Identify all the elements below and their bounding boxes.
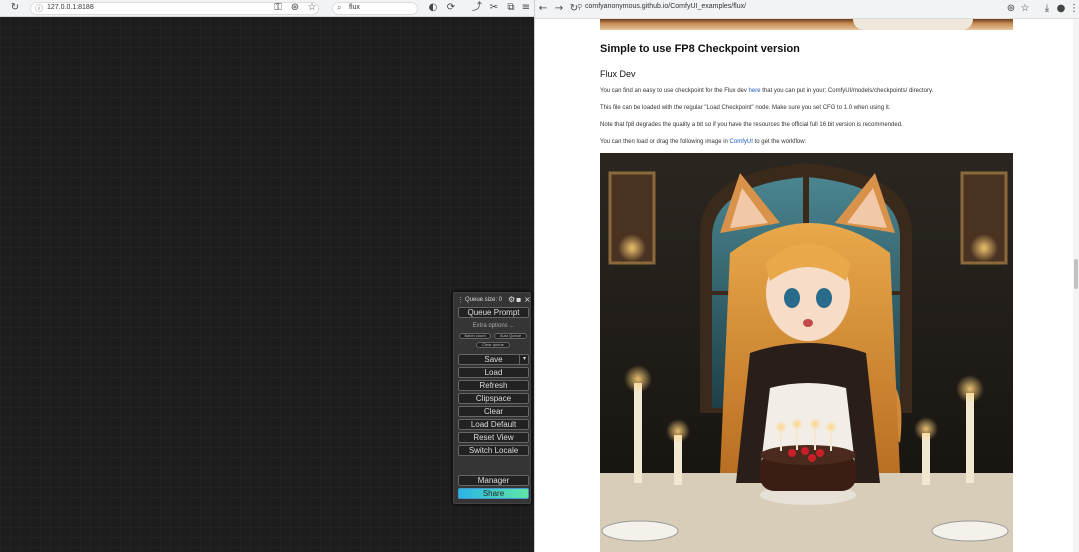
switch-locale-button[interactable]: Switch Locale xyxy=(458,445,529,456)
p4-text-after: to get the workflow: xyxy=(752,139,807,145)
reset-view-button[interactable]: Reset View xyxy=(458,432,529,443)
close-icon[interactable]: × xyxy=(524,295,531,304)
clipspace-button[interactable]: Clipspace xyxy=(458,393,529,404)
previous-image-bottom xyxy=(600,19,1013,30)
forward-icon[interactable]: → xyxy=(553,3,565,15)
load-default-button[interactable]: Load Default xyxy=(458,419,529,430)
screenshot-icon[interactable]: ✂ xyxy=(488,2,500,14)
share-page-icon[interactable]: ⤴ xyxy=(471,2,483,14)
site-info-icon[interactable]: ⓘ xyxy=(35,3,43,14)
translate-icon[interactable]: ⊛ xyxy=(1005,3,1017,15)
share-button[interactable]: Share xyxy=(458,488,529,499)
site-info-icon[interactable]: ⚲ xyxy=(577,3,582,11)
workflow-example-image[interactable] xyxy=(600,153,1013,552)
extensions-icon[interactable]: ⟳ xyxy=(445,2,457,14)
save-dropdown-arrow[interactable]: ▾ xyxy=(519,355,529,364)
p4-text-before: You can then load or drag the following … xyxy=(600,139,730,145)
back-icon[interactable]: ← xyxy=(537,3,549,15)
queue-prompt-button[interactable]: Queue Prompt xyxy=(458,307,529,318)
reload-icon[interactable]: ↻ xyxy=(9,2,21,14)
paragraph-2: This file can be loaded with the regular… xyxy=(600,105,891,111)
load-button[interactable]: Load xyxy=(458,367,529,378)
paragraph-3: Note that fp8 degrades the quality a bit… xyxy=(600,122,903,128)
key-icon[interactable]: ⚿ xyxy=(272,2,284,14)
download-icon[interactable]: ⤓ xyxy=(1041,3,1053,15)
profile-avatar-icon[interactable]: ● xyxy=(1055,3,1067,15)
p1-text-before: You can find an easy to use checkpoint f… xyxy=(600,88,749,94)
clear-button[interactable]: Clear xyxy=(458,406,529,417)
bookmark-star-icon[interactable]: ☆ xyxy=(306,2,318,14)
right-browser-toolbar: ← → ↻ ⚲ comfyanonymous.github.io/ComfyUI… xyxy=(535,0,1079,19)
right-address-bar[interactable]: ⚲ comfyanonymous.github.io/ComfyUI_examp… xyxy=(577,3,747,11)
docs-window: ← → ↻ ⚲ comfyanonymous.github.io/ComfyUI… xyxy=(534,0,1079,552)
paragraph-1: You can find an easy to use checkpoint f… xyxy=(600,88,933,94)
drag-handle-icon[interactable]: ⋮ xyxy=(457,296,464,304)
minimize-icon[interactable]: ▪ xyxy=(516,295,521,304)
left-browser-toolbar: ↻ ⓘ 127.0.0.1:8188 ⚿ ⊛ ☆ ⌕ flux ◐ ⟳ ⤴ ✂ … xyxy=(0,0,534,17)
refresh-button[interactable]: Refresh xyxy=(458,380,529,391)
menu-icon[interactable]: ⋮ xyxy=(1068,3,1079,15)
batch-count-chip[interactable]: Batch count xyxy=(459,333,491,339)
search-icon: ⌕ xyxy=(337,3,342,12)
left-search-box[interactable]: ⌕ flux xyxy=(332,2,418,15)
section-heading: Simple to use FP8 Checkpoint version xyxy=(600,43,800,55)
left-address-text: 127.0.0.1:8188 xyxy=(47,4,94,11)
manager-button[interactable]: Manager xyxy=(458,475,529,486)
page-scrollbar[interactable] xyxy=(1073,19,1079,552)
sub-heading: Flux Dev xyxy=(600,69,636,79)
translate-icon[interactable]: ⊛ xyxy=(289,2,301,14)
comfyui-window: ↻ ⓘ 127.0.0.1:8188 ⚿ ⊛ ☆ ⌕ flux ◐ ⟳ ⤴ ✂ … xyxy=(0,0,534,552)
paragraph-4: You can then load or drag the following … xyxy=(600,139,806,145)
p1-text-after: that you can put in your: ComfyUI/models… xyxy=(760,88,934,94)
save-label: Save xyxy=(484,355,503,364)
menu-icon[interactable]: ≡ xyxy=(520,2,532,14)
right-address-text: comfyanonymous.github.io/ComfyUI_example… xyxy=(585,3,747,10)
comfy-menu-panel: ⋮ Queue size: 0 ⚙ ▪ × Queue Prompt Extra… xyxy=(453,292,531,504)
bookmark-star-icon[interactable]: ☆ xyxy=(1019,3,1031,15)
search-text: flux xyxy=(349,4,360,11)
auto-queue-chip[interactable]: Auto Queue xyxy=(494,333,527,339)
queue-size-label: Queue size: 0 xyxy=(465,297,503,303)
save-button[interactable]: Save ▾ xyxy=(458,354,529,365)
reader-icon[interactable]: ◐ xyxy=(427,2,439,14)
settings-gear-icon[interactable]: ⚙ xyxy=(508,295,515,304)
checkpoint-link[interactable]: here xyxy=(749,88,761,94)
puzzle-icon[interactable]: ⧉ xyxy=(505,2,517,14)
clear-queue-chip[interactable]: Clear queue xyxy=(476,342,510,348)
page-content[interactable]: Simple to use FP8 Checkpoint version Flu… xyxy=(535,19,1079,552)
scrollbar-thumb[interactable] xyxy=(1074,259,1078,289)
extra-options-checkbox-label[interactable]: Extra options ... xyxy=(458,323,529,329)
comfyui-link[interactable]: ComfyUI xyxy=(730,139,753,145)
desktop: ↻ ⓘ 127.0.0.1:8188 ⚿ ⊛ ☆ ⌕ flux ◐ ⟳ ⤴ ✂ … xyxy=(0,0,1079,552)
workflow-image-illustration xyxy=(600,153,1013,552)
